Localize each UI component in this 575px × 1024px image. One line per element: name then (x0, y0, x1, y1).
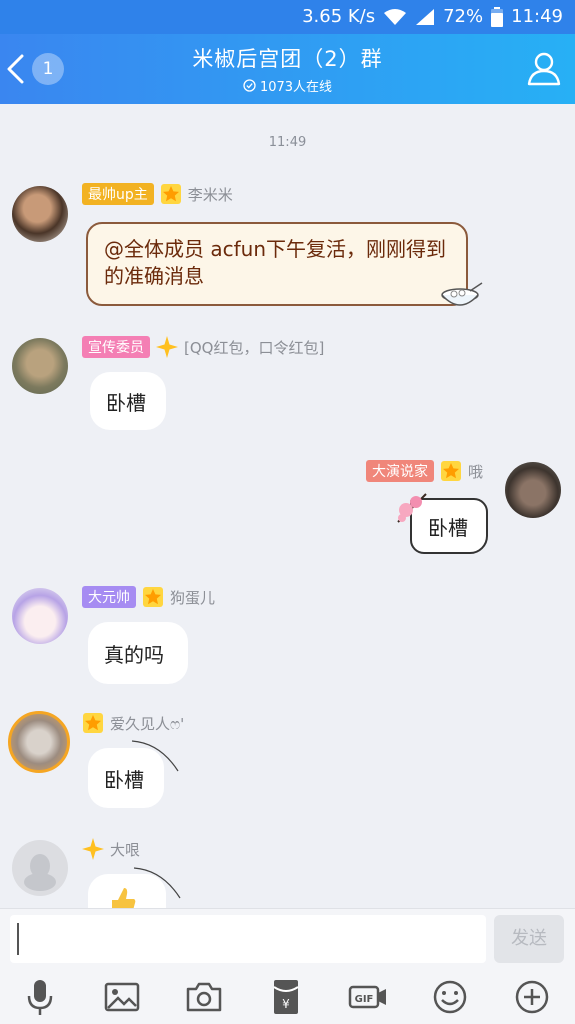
back-button[interactable]: 1 (6, 48, 70, 90)
emoji-icon[interactable] (430, 977, 470, 1017)
avatar[interactable] (12, 588, 68, 644)
bubble-decoration-icon (133, 867, 181, 899)
bowl-sticker-icon (441, 282, 483, 306)
avatar[interactable] (505, 462, 561, 518)
battery-level: 72% (443, 6, 484, 27)
gif-icon[interactable]: GIF (348, 977, 388, 1017)
send-button[interactable]: 发送 (494, 915, 564, 963)
sender-name: 大哏 (110, 840, 141, 859)
network-speed: 3.65 K/s (302, 6, 376, 27)
camera-icon[interactable] (184, 977, 224, 1017)
avatar[interactable] (8, 711, 70, 773)
sender-name: 狗蛋儿 (170, 588, 216, 607)
image-icon[interactable] (102, 977, 142, 1017)
member-title-tag: 宣传委员 (82, 336, 150, 358)
message-text: 真的吗 (104, 642, 164, 667)
input-area: 发送 ¥ GIF (0, 908, 575, 1024)
sender-name: 爱久见人ෆ' (110, 714, 185, 733)
group-members-button[interactable] (525, 50, 563, 88)
battery-icon (491, 6, 504, 27)
bubble-decoration-icon (131, 740, 179, 772)
mic-icon[interactable] (20, 977, 60, 1017)
status-bar: 3.65 K/s 72% 11:49 (0, 0, 575, 34)
svg-text:GIF: GIF (355, 994, 374, 1005)
chevron-left-icon (7, 54, 24, 84)
sparkle-badge-icon (82, 838, 104, 860)
message-bubble[interactable]: 真的吗 (88, 622, 188, 684)
chat-header: 1 米椒后宫团（2）群 1073人在线 (0, 34, 575, 104)
online-check-icon (243, 79, 256, 92)
message-timestamp: 11:49 (268, 135, 307, 150)
member-title-tag: 最帅up主 (82, 183, 154, 205)
message-bubble[interactable]: @全体成员 acfun下午复活，刚刚得到的准确消息 (86, 222, 468, 306)
member-title-tag: 大演说家 (366, 460, 434, 482)
star-badge-icon (160, 184, 181, 204)
online-count: 1073人在线 (259, 80, 333, 95)
plus-icon[interactable] (512, 977, 552, 1017)
sender-name: 哦 (468, 462, 484, 481)
message-bubble[interactable]: 卧槽 (90, 372, 166, 430)
avatar[interactable] (12, 840, 68, 896)
red-packet-icon[interactable]: ¥ (266, 977, 306, 1017)
sparkle-badge-icon (156, 336, 178, 358)
avatar[interactable] (12, 186, 68, 242)
sender-name: 李米米 (187, 185, 233, 204)
star-badge-icon (83, 713, 103, 733)
wifi-icon (384, 8, 407, 25)
sender-name: [QQ红包，口令红包] (184, 338, 325, 357)
text-caret (17, 923, 19, 955)
star-badge-icon (441, 461, 461, 481)
signal-icon (416, 8, 435, 25)
message-input[interactable] (10, 915, 486, 963)
clock: 11:49 (511, 6, 563, 27)
star-badge-icon (143, 587, 163, 607)
member-title-tag: 大元帅 (82, 586, 136, 608)
group-title: 米椒后宫团（2）群 (192, 47, 383, 71)
blossom-sticker-icon (397, 493, 427, 523)
default-avatar-icon (24, 854, 56, 891)
avatar[interactable] (12, 338, 68, 394)
message-text: @全体成员 acfun下午复活，刚刚得到的准确消息 (104, 237, 447, 288)
unread-count-badge: 1 (32, 53, 64, 85)
input-toolbar: ¥ GIF (0, 977, 575, 1021)
svg-text:¥: ¥ (282, 997, 290, 1011)
message-text: 卧槽 (106, 390, 146, 415)
message-text: 卧槽 (428, 515, 468, 540)
